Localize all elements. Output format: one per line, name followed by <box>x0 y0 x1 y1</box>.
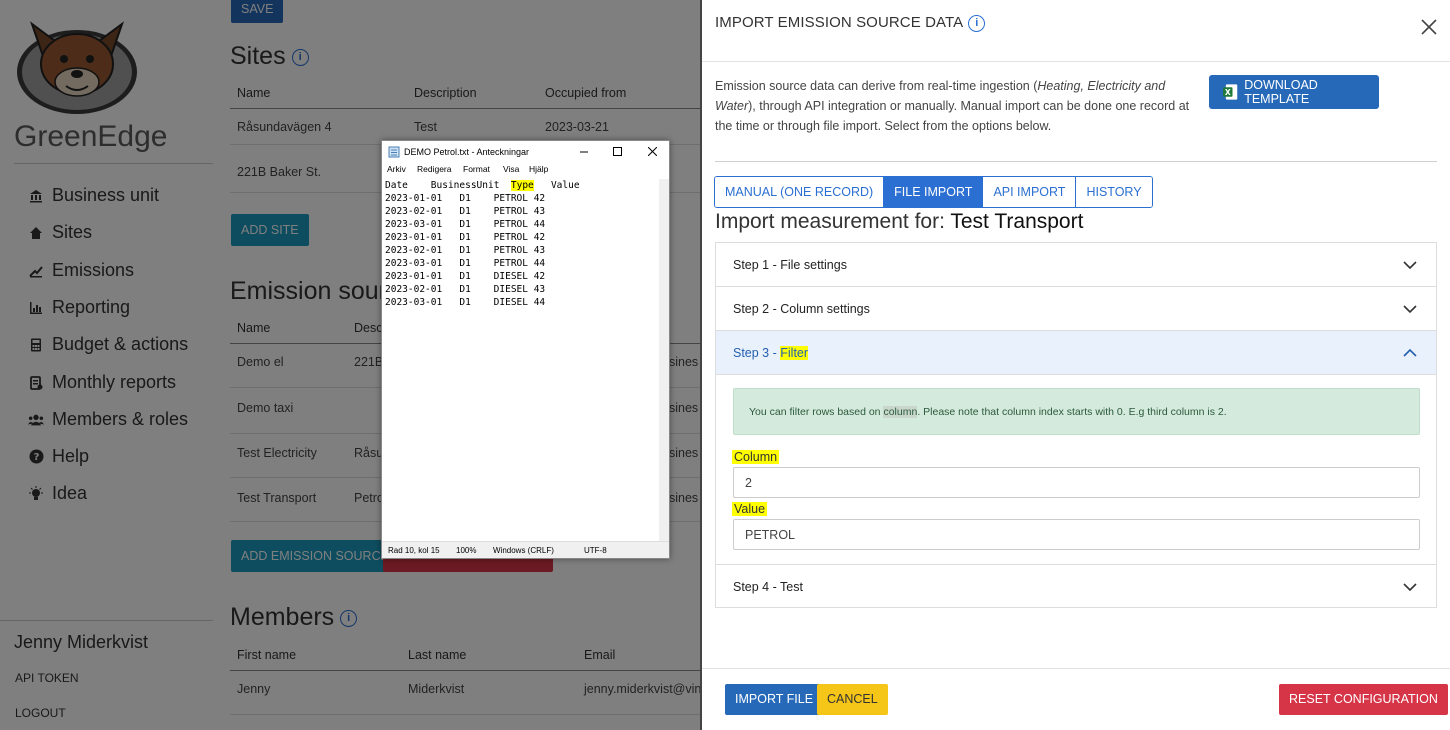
menu-redigera[interactable]: Redigera <box>417 164 452 174</box>
import-steps-accordion: Step 1 - File settings Step 2 - Column s… <box>715 242 1437 608</box>
import-modal: IMPORT EMISSION SOURCE DATA i Emission so… <box>702 0 1450 730</box>
value-label: Value <box>732 502 768 516</box>
svg-text:X: X <box>1225 88 1231 97</box>
help-text: You can filter rows based on <box>749 406 884 418</box>
text-line: 2023-03-01 D1 DIESEL 44 <box>385 297 546 308</box>
notepad-titlebar[interactable]: DEMO Petrol.txt - Anteckningar <box>382 141 669 163</box>
menu-visa[interactable]: Visa <box>503 164 519 174</box>
import-for-name: Test Transport <box>950 210 1084 233</box>
modal-title-text: IMPORT EMISSION SOURCE DATA <box>715 14 964 31</box>
info-icon[interactable]: i <box>968 14 986 32</box>
app-root: GreenEdge Business unit Sites Emissions … <box>0 0 1450 730</box>
text-line: 2023-01-01 D1 PETROL 42 <box>385 193 546 204</box>
reset-configuration-button[interactable]: RESET CONFIGURATION <box>1279 684 1448 715</box>
col-type-highlighted: Type <box>510 180 534 191</box>
modal-title: IMPORT EMISSION SOURCE DATA i <box>715 14 986 32</box>
cursor-position: Rad 10, kol 15 <box>388 546 440 555</box>
divider <box>715 161 1437 162</box>
chevron-up-icon <box>1403 348 1417 357</box>
step-label: Step 1 - File settings <box>733 258 847 272</box>
import-title: Import measurement for: Test Transport <box>715 210 1083 234</box>
notepad-statusbar: Rad 10, kol 15 100% Windows (CRLF) UTF-8 <box>382 541 669 558</box>
menu-arkiv[interactable]: Arkiv <box>387 164 406 174</box>
text-line: 2023-01-01 D1 PETROL 42 <box>385 232 546 243</box>
step-3-header[interactable]: Step 3 - Filter <box>716 331 1436 375</box>
download-template-label: DOWNLOAD TEMPLATE <box>1244 78 1318 106</box>
download-template-button[interactable]: X DOWNLOAD TEMPLATE <box>1209 75 1379 109</box>
step-1-header[interactable]: Step 1 - File settings <box>716 243 1436 287</box>
menu-format[interactable]: Format <box>463 164 490 174</box>
encoding: UTF-8 <box>584 546 607 555</box>
chevron-down-icon <box>1403 261 1417 270</box>
step-3-body: You can filter rows based on column. Ple… <box>716 375 1436 565</box>
step-3-prefix: Step 3 - <box>733 346 781 360</box>
step-3-filter-highlight: Filter <box>780 346 809 360</box>
value-input[interactable] <box>733 519 1420 550</box>
tab-history[interactable]: HISTORY <box>1076 177 1152 207</box>
text-line: 2023-02-01 D1 PETROL 43 <box>385 245 546 256</box>
column-input[interactable] <box>733 467 1420 498</box>
cancel-button[interactable]: CANCEL <box>817 684 888 715</box>
help-code: column <box>883 406 918 418</box>
tab-file-import[interactable]: FILE IMPORT <box>884 177 984 207</box>
close-icon[interactable] <box>648 147 657 156</box>
step-label: Step 2 - Column settings <box>733 302 870 316</box>
tab-api-import[interactable]: API IMPORT <box>983 177 1077 207</box>
close-icon[interactable] <box>1420 18 1438 36</box>
intro-text: ), through API integration or manually. … <box>715 99 1190 133</box>
text-line: 2023-01-01 D1 DIESEL 42 <box>385 271 546 282</box>
text-line: Date BusinessUnit Type Value <box>385 179 580 192</box>
step-2-header[interactable]: Step 2 - Column settings <box>716 287 1436 331</box>
text-line: 2023-02-01 D1 DIESEL 43 <box>385 284 546 295</box>
chevron-down-icon <box>1403 305 1417 314</box>
import-tabs: MANUAL (ONE RECORD) FILE IMPORT API IMPO… <box>714 176 1153 208</box>
step-label: Step 3 - Filter <box>733 346 809 360</box>
import-for-label: Import measurement for: <box>715 210 951 233</box>
text-line: 2023-03-01 D1 PETROL 44 <box>385 258 546 269</box>
excel-icon: X <box>1223 84 1238 100</box>
notepad-scrollbar[interactable] <box>659 179 669 541</box>
notepad-title: DEMO Petrol.txt - Anteckningar <box>404 147 530 157</box>
col-value: Value <box>550 180 580 191</box>
tab-manual[interactable]: MANUAL (ONE RECORD) <box>715 177 885 207</box>
intro-text: Emission source data can derive from rea… <box>715 79 1038 93</box>
step-label: Step 4 - Test <box>733 580 803 594</box>
maximize-icon[interactable] <box>613 147 622 156</box>
import-file-button[interactable]: IMPORT FILE <box>725 684 824 715</box>
chevron-down-icon <box>1403 583 1417 592</box>
text-line: 2023-03-01 D1 PETROL 44 <box>385 219 546 230</box>
menu-hjalp[interactable]: Hjälp <box>529 164 548 174</box>
zoom-level: 100% <box>456 546 477 555</box>
notepad-text-area[interactable]: Date BusinessUnit Type Value 2023-01-01 … <box>385 179 655 539</box>
col-date: Date <box>385 180 408 191</box>
line-endings: Windows (CRLF) <box>493 546 554 555</box>
modal-intro: Emission source data can derive from rea… <box>715 76 1190 136</box>
notepad-window[interactable]: DEMO Petrol.txt - Anteckningar Arkiv Red… <box>381 140 670 559</box>
divider <box>702 61 1450 62</box>
divider <box>702 668 1450 669</box>
minimize-icon[interactable] <box>580 148 588 156</box>
notepad-icon <box>388 146 400 158</box>
help-text: . Please note that column index starts w… <box>917 406 1227 418</box>
step-4-header[interactable]: Step 4 - Test <box>716 565 1436 609</box>
text-line: 2023-02-01 D1 PETROL 43 <box>385 206 546 217</box>
column-label: Column <box>732 450 780 464</box>
col-business-unit: BusinessUnit <box>430 180 500 191</box>
filter-help-alert: You can filter rows based on column. Ple… <box>733 388 1420 435</box>
